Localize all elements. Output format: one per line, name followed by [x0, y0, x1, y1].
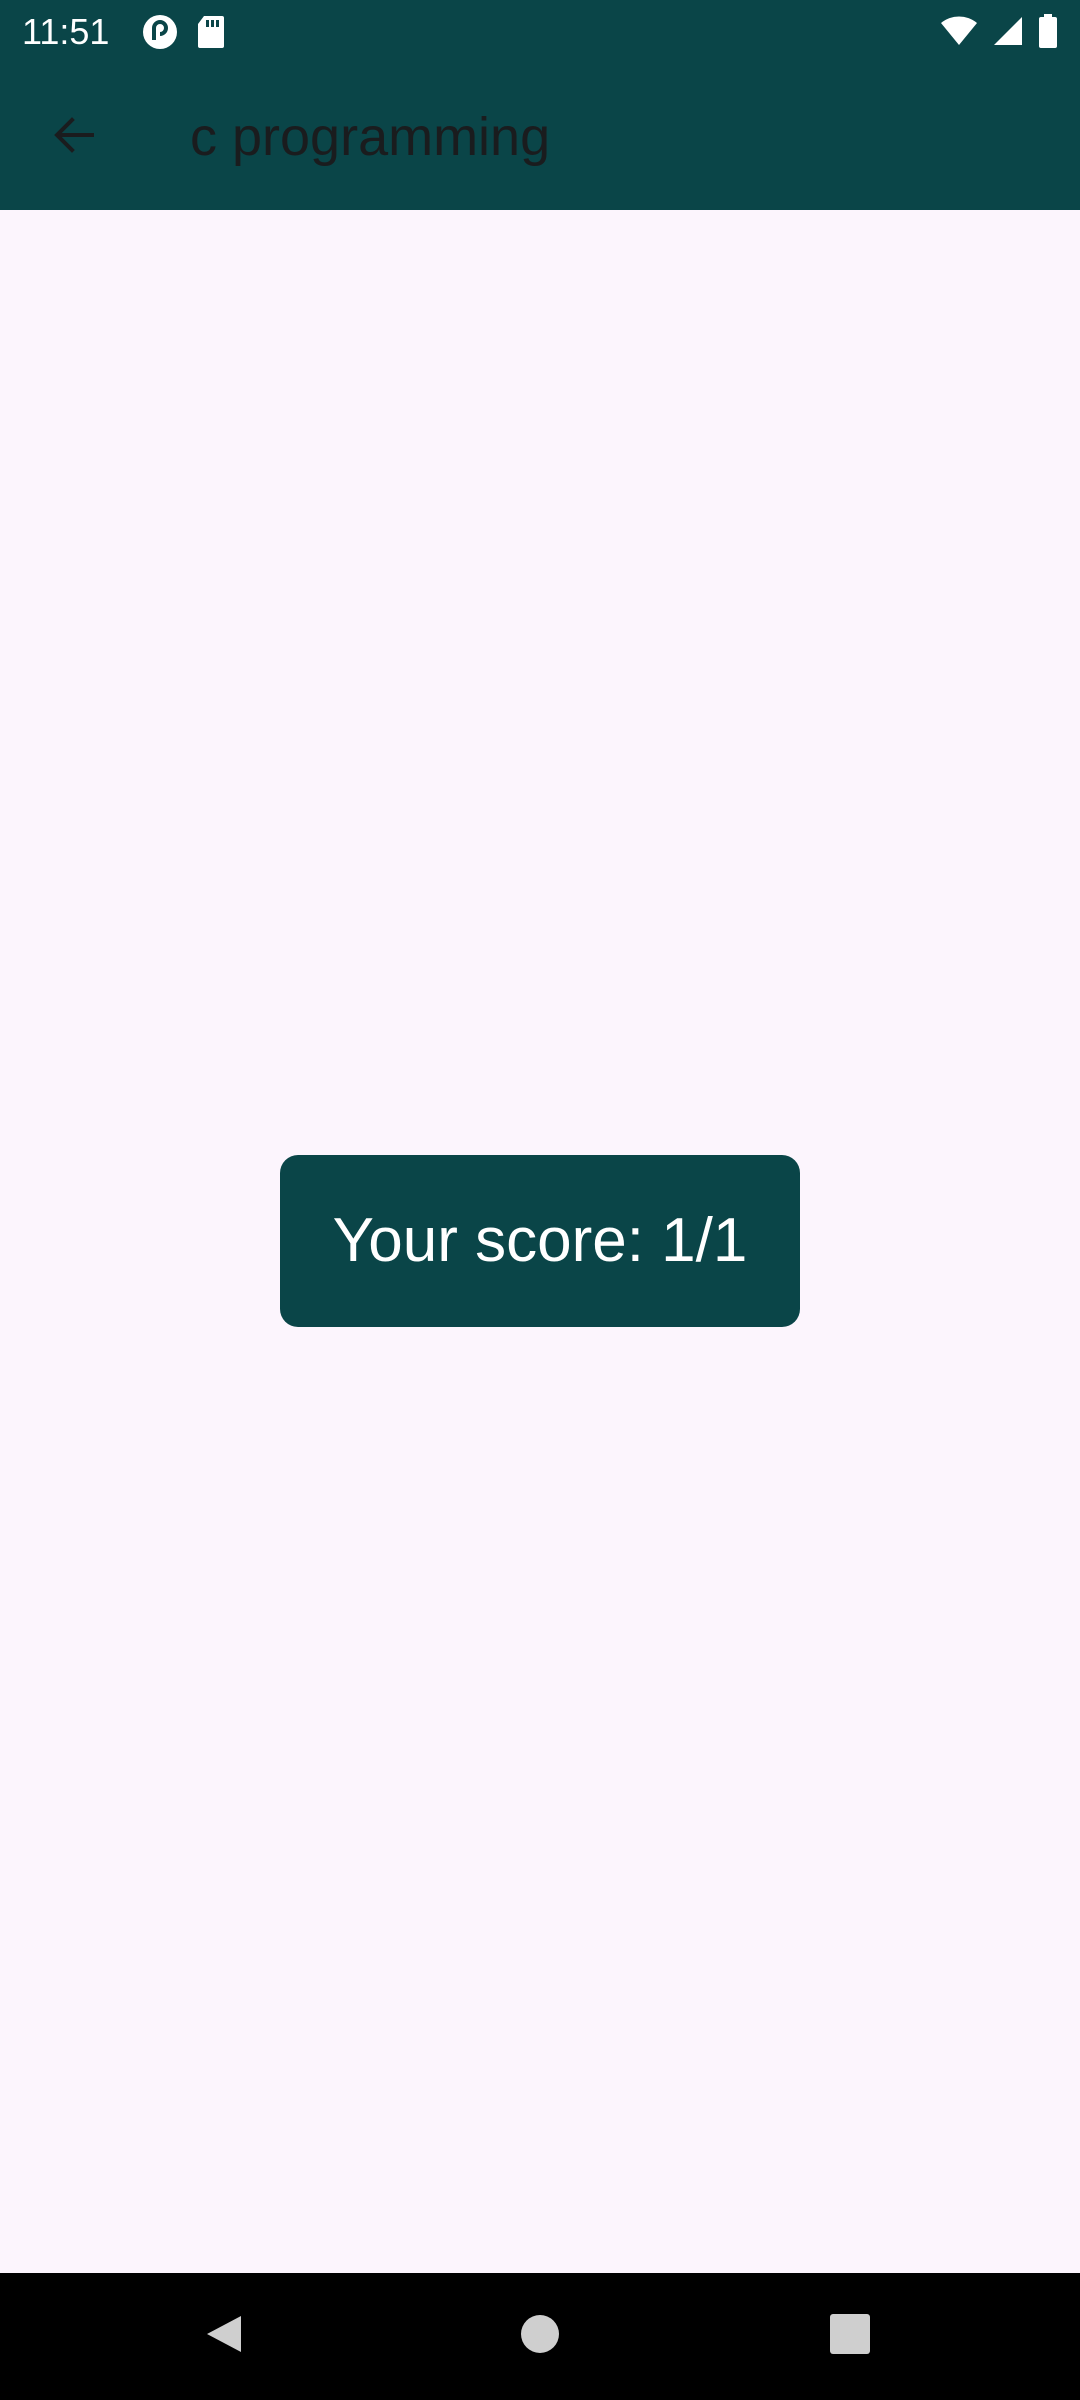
- score-card: Your score: 1/1: [280, 1155, 800, 1327]
- status-system-icons: [940, 14, 1058, 53]
- screen: 11:51 c programming Your score: 1/1: [0, 0, 1080, 2400]
- pocket-casts-icon: [142, 14, 178, 55]
- cell-signal-icon: [992, 15, 1024, 52]
- battery-icon: [1038, 14, 1058, 53]
- back-triangle-icon: [203, 2312, 247, 2361]
- nav-home-button[interactable]: [470, 2273, 610, 2400]
- arrow-left-icon: [50, 111, 98, 164]
- wifi-icon: [940, 16, 978, 51]
- home-circle-icon: [520, 2314, 560, 2359]
- nav-back-button[interactable]: [155, 2273, 295, 2400]
- score-label: Your score: 1/1: [332, 1206, 748, 1275]
- status-time: 11:51: [22, 11, 110, 52]
- sd-card-icon: [196, 14, 226, 55]
- page-title: c programming: [190, 107, 551, 167]
- navigation-bar: [0, 2273, 1080, 2400]
- nav-recents-button[interactable]: [780, 2273, 920, 2400]
- recents-square-icon: [830, 2314, 870, 2359]
- status-notification-icons: [142, 14, 226, 55]
- back-button[interactable]: [30, 101, 118, 173]
- app-bar: c programming: [0, 63, 1080, 210]
- status-bar: 11:51: [0, 0, 1080, 63]
